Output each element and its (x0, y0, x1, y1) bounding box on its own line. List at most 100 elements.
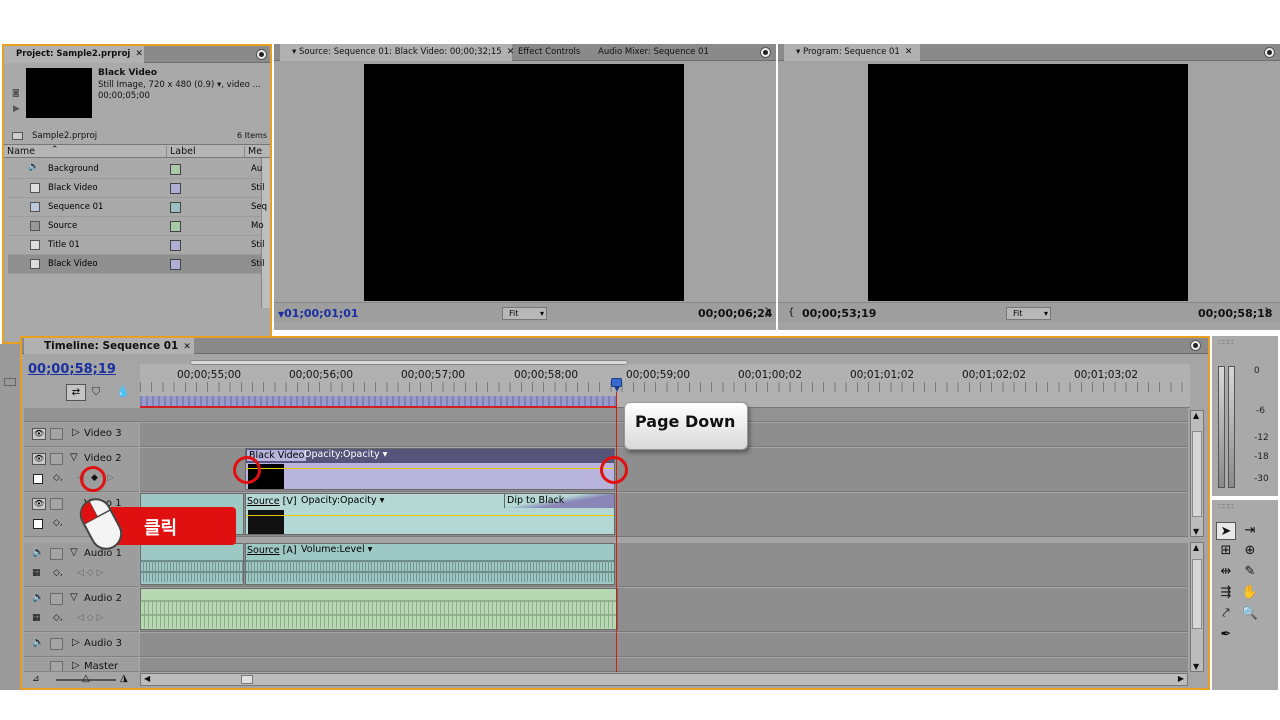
source-timecode-in[interactable]: ▼01;00;01;01 (278, 307, 359, 320)
rate-stretch-tool-icon[interactable]: ⇹ (1216, 563, 1236, 581)
clip-source-video[interactable]: Source [V] Opacity:Opacity ▾ Dip to Blac… (245, 493, 615, 535)
lock-toggle[interactable] (50, 638, 63, 650)
opacity-line[interactable] (246, 515, 614, 516)
hand-tool-icon[interactable]: ✋ (1240, 584, 1260, 602)
list-item[interactable]: Black Video Stil (8, 179, 264, 198)
play-icon[interactable]: ▶ (13, 104, 20, 114)
brace-icon[interactable]: } (764, 307, 770, 318)
grip-icon[interactable]: ∷∷∷ (1218, 338, 1233, 347)
collapse-icon[interactable]: ▽ (70, 592, 78, 603)
keyframe-nav-icon[interactable]: ◁ ◇ ▷ (77, 613, 104, 623)
slide-tool-icon[interactable]: ⤤ (1216, 605, 1236, 623)
source-timecode-out[interactable]: 00;00;06;24 (698, 307, 772, 320)
display-style-icon[interactable] (33, 519, 43, 529)
list-item[interactable]: 🔈 Background Au (8, 160, 262, 179)
collapse-icon[interactable]: ▽ (70, 452, 78, 463)
video-tracks-scrollbar[interactable]: ▲ ▼ (1190, 410, 1204, 537)
clip-effect-dropdown[interactable]: Volume:Level ▾ (301, 544, 372, 555)
tab-timeline[interactable]: Timeline: Sequence 01 ✕ (24, 338, 194, 354)
program-video-display[interactable] (868, 64, 1188, 301)
display-style-icon[interactable] (33, 474, 43, 484)
eye-icon[interactable]: 👁 (32, 453, 46, 465)
track-select-tool-icon[interactable]: ⇥ (1240, 522, 1260, 540)
program-timecode-out[interactable]: 00;00;58;18 (1198, 307, 1272, 320)
close-icon[interactable]: ✕ (905, 47, 913, 57)
speaker-icon[interactable]: 🔈 (32, 592, 44, 603)
zoom-in-icon[interactable]: ◮ (120, 673, 128, 684)
audio-tracks-scrollbar[interactable]: ▲ ▼ (1190, 542, 1204, 672)
panel-menu-button[interactable] (256, 49, 267, 60)
clip-effect-dropdown[interactable]: Opacity:Opacity ▾ (304, 449, 387, 460)
grip-icon[interactable]: ∷∷∷ (1218, 502, 1233, 511)
tab-source[interactable]: ▾ Source: Sequence 01: Black Video: 00;0… (280, 44, 514, 61)
column-name[interactable]: Name (7, 146, 35, 157)
expand-icon[interactable]: ▷ (72, 427, 80, 438)
sort-up-icon[interactable]: ⌃ (51, 145, 59, 155)
expand-icon[interactable]: ▷ (72, 660, 80, 671)
speaker-icon[interactable]: 🔈 (32, 547, 44, 558)
opacity-line[interactable] (246, 468, 614, 469)
waveform-icon[interactable]: ▦ (32, 613, 41, 623)
panel-menu-button[interactable] (1264, 47, 1275, 58)
clip-black-video[interactable]: Black Video Opacity:Opacity ▾ (245, 448, 615, 490)
keyframe-drop-icon[interactable]: 💧 (116, 385, 130, 398)
zoom-out-icon[interactable]: ⊿ (32, 674, 40, 684)
lock-toggle[interactable] (50, 453, 63, 465)
playhead-line[interactable] (616, 392, 617, 672)
clip-effect-dropdown[interactable]: Opacity:Opacity ▾ (301, 495, 384, 506)
zoom-tool-icon[interactable]: 🔍 (1240, 605, 1260, 623)
track-header-audio3[interactable]: 🔈 ▷ Audio 3 (24, 633, 139, 657)
transition-dip-to-black[interactable]: Dip to Black (504, 494, 614, 508)
program-timecode-in[interactable]: 00;00;53;19 (802, 307, 876, 320)
dropdown-icon[interactable]: ▾ (292, 47, 299, 57)
close-icon[interactable]: ✕ (183, 342, 191, 352)
list-item[interactable]: Sequence 01 Seq (8, 198, 267, 217)
tab-program[interactable]: ▾ Program: Sequence 01 ✕ (784, 44, 920, 61)
keyframe-menu-icon[interactable]: ◇, (53, 613, 63, 623)
lock-toggle[interactable] (50, 593, 63, 605)
horizontal-scrollbar[interactable]: ◀ ▶ (140, 673, 1188, 686)
timeline-current-time[interactable]: 00;00;58;19 (28, 362, 116, 377)
camera-icon[interactable]: ◙ (12, 88, 20, 97)
track-master[interactable] (140, 658, 1188, 672)
next-keyframe-icon[interactable]: ▷ (107, 473, 114, 483)
expand-icon[interactable]: ▷ (72, 637, 80, 648)
track-header-audio2[interactable]: 🔈 ▽ Audio 2 ▦ ◇, ◁ ◇ ▷ (24, 588, 139, 632)
program-fit-dropdown[interactable]: Fit ▾ (1006, 307, 1051, 320)
slip-tool-icon[interactable]: ⇶ (1216, 584, 1236, 602)
scroll-thumb[interactable] (241, 675, 253, 684)
track-audio3[interactable] (140, 633, 1188, 657)
keyframe-menu-icon[interactable]: ◇, (53, 568, 63, 578)
dropdown-icon[interactable]: ▾ (796, 47, 803, 57)
column-label[interactable]: Label (166, 146, 196, 157)
keyframe-nav-icon[interactable]: ◁ ◇ ▷ (77, 568, 104, 578)
project-scrollbar[interactable] (261, 158, 270, 308)
lock-toggle[interactable] (50, 548, 63, 560)
brace-icon[interactable]: { (788, 307, 794, 318)
pen-tool-icon[interactable]: ✒ (1216, 626, 1236, 644)
razor-tool-icon[interactable]: ✎ (1240, 563, 1260, 581)
zoom-slider-thumb[interactable]: △ (82, 673, 90, 684)
panel-menu-button[interactable] (760, 47, 771, 58)
waveform-icon[interactable]: ▦ (32, 568, 41, 578)
keyframe-menu-icon[interactable]: ◇, (53, 473, 63, 483)
list-item[interactable]: Source Mo (8, 217, 264, 236)
column-media[interactable]: Me (244, 146, 262, 157)
keyframe-menu-icon[interactable]: ◇, (53, 518, 63, 528)
lock-toggle[interactable] (50, 428, 63, 440)
source-fit-dropdown[interactable]: Fit ▾ (502, 307, 547, 320)
selection-tool-icon[interactable]: ➤ (1216, 522, 1236, 540)
lock-toggle[interactable] (50, 498, 63, 510)
close-icon[interactable]: ✕ (135, 49, 143, 59)
snap-icon[interactable]: ⇄ (66, 384, 86, 401)
track-header-master[interactable]: ▷ Master (24, 658, 139, 672)
tab-project[interactable]: Project: Sample2.prproj ✕ (4, 46, 144, 63)
panel-menu-button[interactable] (1190, 340, 1201, 351)
brace-icon[interactable]: } (1264, 307, 1270, 318)
speaker-icon[interactable]: 🔈 (32, 637, 44, 648)
work-area-bar[interactable] (190, 360, 628, 365)
source-video-display[interactable] (364, 64, 684, 301)
ripple-edit-tool-icon[interactable]: ⊞ (1216, 542, 1236, 560)
playhead-icon[interactable] (610, 378, 623, 393)
tab-effect-controls[interactable]: Effect Controls (512, 44, 580, 61)
